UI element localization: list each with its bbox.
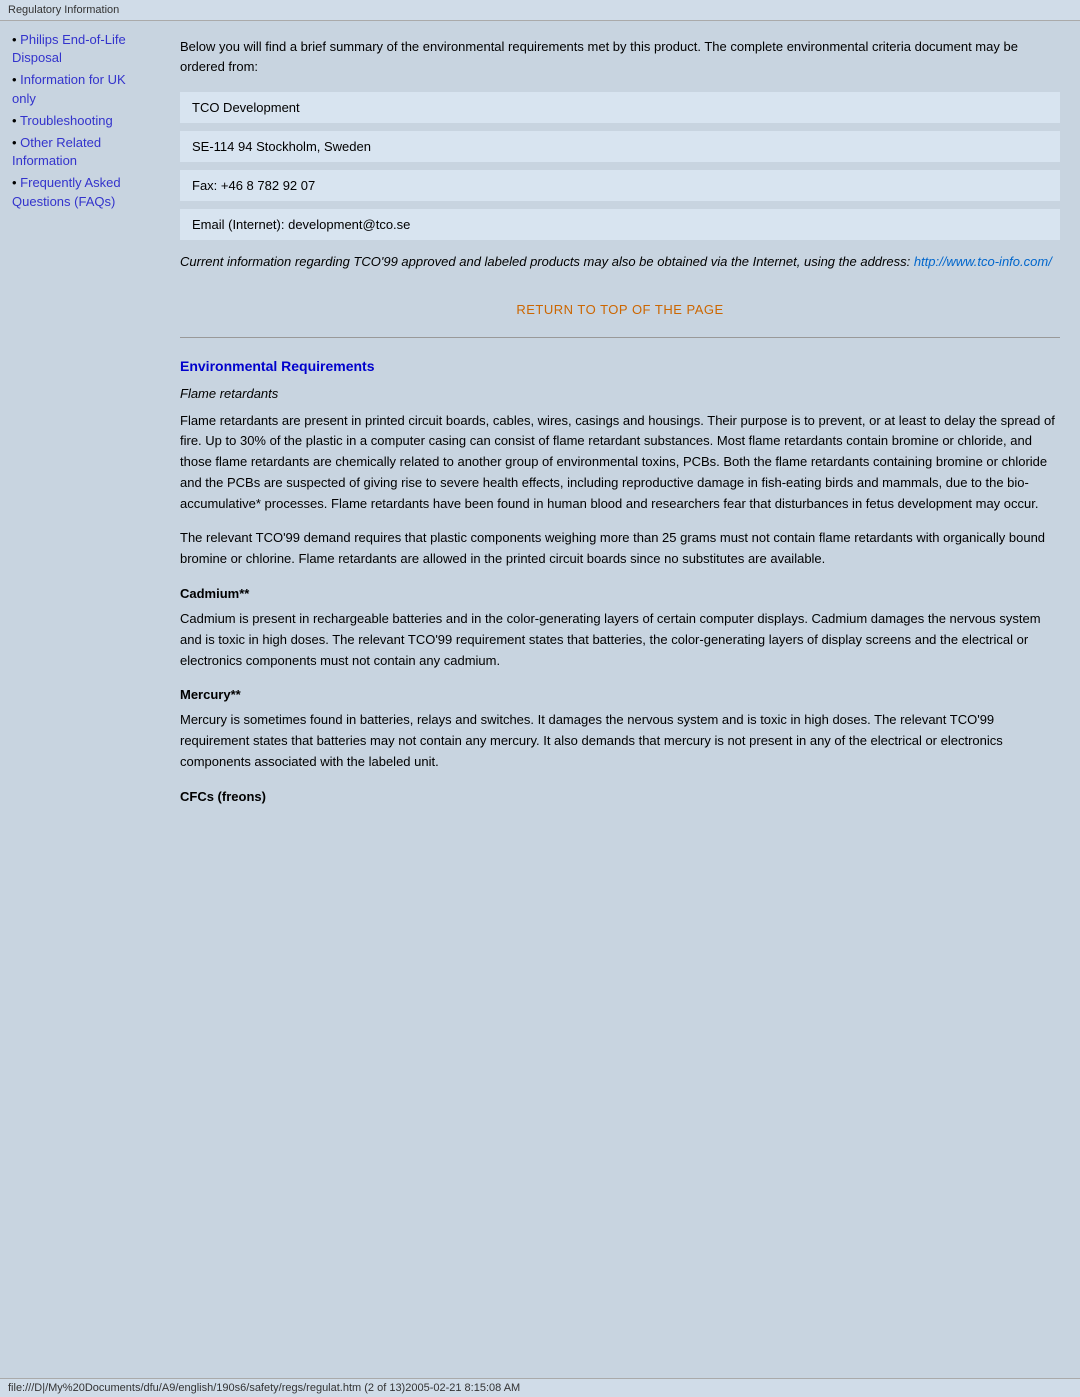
title-text: Regulatory Information [8,4,119,16]
tco-fax-block: Fax: +46 8 782 92 07 [180,170,1060,201]
tco-line4: Email (Internet): development@tco.se [192,217,1048,232]
cadmium-title: Cadmium** [180,586,1060,601]
status-text: file:///D|/My%20Documents/dfu/A9/english… [8,1382,520,1394]
tco-development-block: TCO Development [180,92,1060,123]
flame-retardants-subtitle: Flame retardants [180,386,1060,401]
return-to-top-section: RETURN TO TOP OF THE PAGE [180,302,1060,317]
tco-email-block: Email (Internet): development@tco.se [180,209,1060,240]
status-bar: file:///D|/My%20Documents/dfu/A9/english… [0,1378,1080,1397]
sidebar-link-2[interactable]: Information for UK only [12,72,126,105]
tco-line3: Fax: +46 8 782 92 07 [192,178,1048,193]
mercury-para: Mercury is sometimes found in batteries,… [180,710,1060,772]
horizontal-divider [180,337,1060,338]
sidebar-link-5[interactable]: Frequently Asked Questions (FAQs) [12,175,121,208]
tco-info-link[interactable]: http://www.tco-info.com/ [914,254,1052,269]
sidebar-item-3: Troubleshooting [8,112,152,130]
sidebar-item-1: Philips End-of-Life Disposal [8,31,152,67]
italic-note-text: Current information regarding TCO'99 app… [180,254,914,269]
main-content: Below you will find a brief summary of t… [160,21,1080,1378]
main-layout: Philips End-of-Life Disposal Information… [0,21,1080,1378]
flame-retardants-para2: The relevant TCO'99 demand requires that… [180,528,1060,570]
return-to-top-link[interactable]: RETURN TO TOP OF THE PAGE [516,302,723,317]
sidebar: Philips End-of-Life Disposal Information… [0,21,160,1378]
sidebar-item-4: Other Related Information [8,134,152,170]
title-bar: Regulatory Information [0,0,1080,21]
sidebar-link-1[interactable]: Philips End-of-Life Disposal [12,32,126,65]
mercury-title: Mercury** [180,687,1060,702]
cadmium-para: Cadmium is present in rechargeable batte… [180,609,1060,671]
sidebar-nav-list: Philips End-of-Life Disposal Information… [8,31,152,211]
sidebar-item-2: Information for UK only [8,71,152,107]
tco-address-block: SE-114 94 Stockholm, Sweden [180,131,1060,162]
sidebar-link-4[interactable]: Other Related Information [12,135,101,168]
flame-retardants-para1: Flame retardants are present in printed … [180,411,1060,515]
intro-paragraph: Below you will find a brief summary of t… [180,37,1060,76]
env-requirements-title: Environmental Requirements [180,358,1060,374]
tco-line2: SE-114 94 Stockholm, Sweden [192,139,1048,154]
tco-line1: TCO Development [192,100,1048,115]
sidebar-link-3[interactable]: Troubleshooting [20,113,113,128]
cfcs-title: CFCs (freons) [180,789,1060,804]
italic-note: Current information regarding TCO'99 app… [180,252,1060,272]
sidebar-item-5: Frequently Asked Questions (FAQs) [8,174,152,210]
